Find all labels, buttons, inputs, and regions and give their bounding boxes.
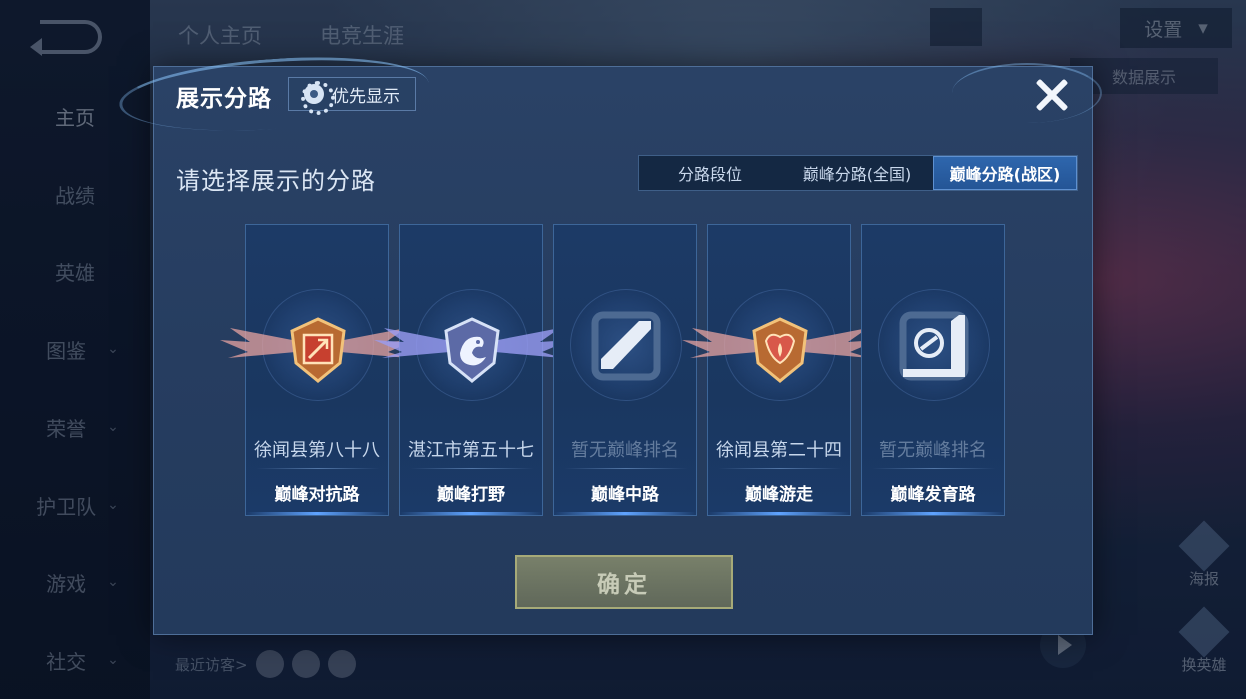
farm-lane-icon (899, 311, 969, 381)
rank-text: 徐闻县第二十四 (716, 440, 842, 461)
lane-card-roam[interactable]: 徐闻县第二十四 巅峰游走 (682, 224, 878, 516)
divider (872, 468, 996, 469)
lane-name: 巅峰发育路 (890, 485, 976, 505)
divider (410, 468, 534, 469)
gear-icon (301, 81, 335, 115)
tab-lane-rank[interactable]: 分路段位 (639, 156, 781, 190)
divider (718, 468, 842, 469)
lane-name: 巅峰中路 (591, 485, 659, 505)
tab-peak-national[interactable]: 巅峰分路(全国) (781, 156, 933, 190)
rank-text: 徐闻县第八十八 (254, 440, 380, 461)
clash-lane-badge-icon (290, 317, 346, 383)
decorative-swirl (952, 63, 1102, 123)
jungle-badge-icon (444, 317, 500, 383)
confirm-button[interactable]: 确定 (515, 555, 733, 609)
lane-display-dialog: 展示分路 优先显示 请选择展示的分路 分路段位 巅峰分路(全国) 巅峰分路(战区… (116, 48, 1102, 635)
priority-display-button[interactable]: 优先显示 (288, 77, 416, 115)
rank-text: 湛江市第五十七 (408, 440, 534, 461)
divider (564, 468, 688, 469)
lane-name: 巅峰打野 (437, 485, 505, 505)
lane-source-tabs: 分路段位 巅峰分路(全国) 巅峰分路(战区) (638, 155, 1078, 191)
lane-name: 巅峰对抗路 (274, 485, 360, 505)
lane-card-mid[interactable]: 暂无巅峰排名 巅峰中路 (553, 224, 697, 516)
lane-card-jungle[interactable]: 湛江市第五十七 巅峰打野 (374, 224, 570, 516)
roam-badge-icon (752, 317, 808, 383)
mid-lane-icon (591, 311, 661, 381)
lane-card-farm[interactable]: 暂无巅峰排名 巅峰发育路 (861, 224, 1005, 516)
selection-prompt: 请选择展示的分路 (176, 167, 376, 195)
tab-peak-region[interactable]: 巅峰分路(战区) (933, 156, 1077, 190)
priority-display-label: 优先显示 (332, 86, 400, 107)
dialog-title: 展示分路 (176, 86, 272, 112)
rank-text: 暂无巅峰排名 (571, 440, 679, 461)
rank-text: 暂无巅峰排名 (879, 440, 987, 461)
close-button[interactable] (1032, 75, 1072, 115)
divider (256, 468, 380, 469)
lane-card-list: 徐闻县第八十八 巅峰对抗路 湛江市第五十七 巅峰打野 暂无巅峰排名 巅峰中路 徐… (220, 224, 1005, 516)
lane-name: 巅峰游走 (745, 485, 813, 505)
lane-card-clash[interactable]: 徐闻县第八十八 巅峰对抗路 (220, 224, 416, 516)
